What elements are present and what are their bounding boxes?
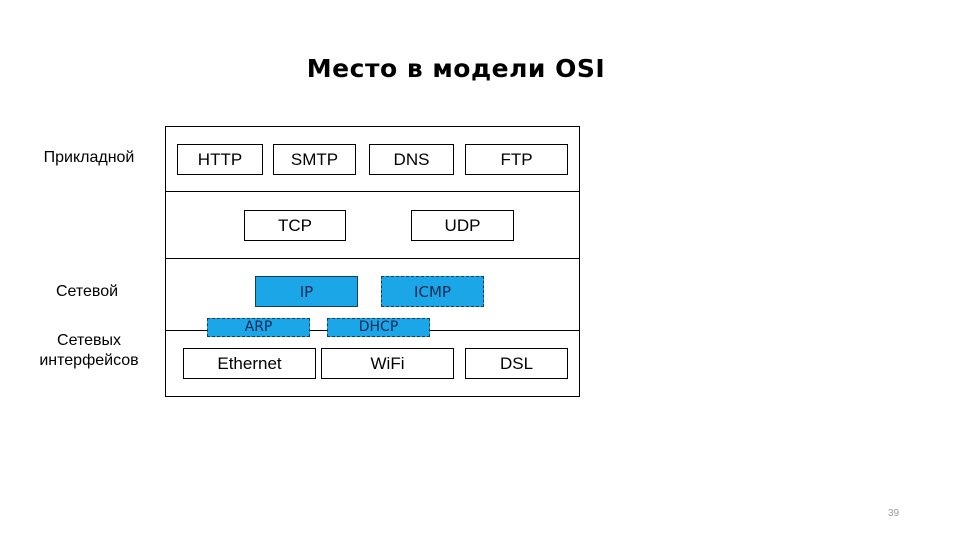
protocol-ethernet: Ethernet (183, 348, 316, 379)
layer-divider-transport-network (165, 258, 579, 259)
protocol-arp: ARP (207, 318, 310, 337)
layer-label-link-line2: интерфейсов (39, 352, 139, 369)
protocol-http: HTTP (177, 144, 263, 175)
protocol-icmp: ICMP (381, 276, 484, 307)
layer-divider-app-transport (165, 191, 579, 192)
protocol-udp: UDP (411, 210, 514, 241)
slide-title: Место в модели OSI (306, 54, 606, 83)
layer-label-link-line1: Сетевых (57, 332, 121, 349)
protocol-smtp: SMTP (273, 144, 356, 175)
protocol-dns: DNS (369, 144, 454, 175)
protocol-wifi: WiFi (321, 348, 454, 379)
layer-label-link: Сетевых интерфейсов (30, 331, 148, 371)
page-number: 39 (888, 508, 900, 519)
protocol-tcp: TCP (244, 210, 346, 241)
layer-label-application: Прикладной (43, 149, 135, 166)
layer-label-network: Сетевой (55, 283, 119, 300)
protocol-ftp: FTP (465, 144, 568, 175)
protocol-dhcp: DHCP (327, 318, 430, 337)
protocol-dsl: DSL (465, 348, 568, 379)
protocol-ip: IP (255, 276, 358, 307)
